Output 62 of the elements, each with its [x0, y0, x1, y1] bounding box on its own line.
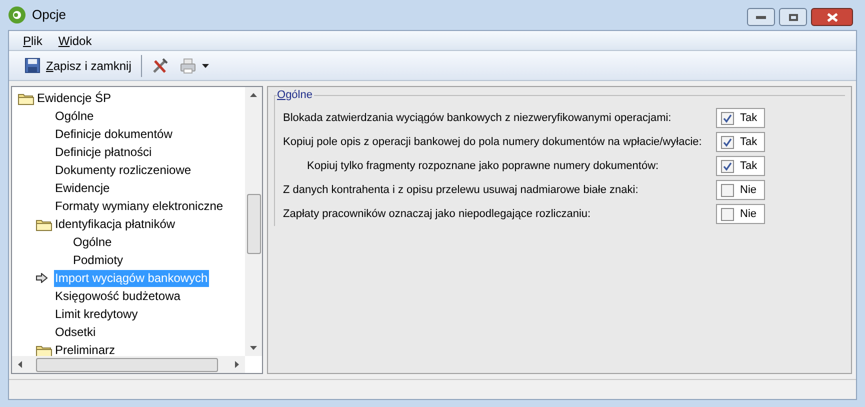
tree-item[interactable]: Definicje płatności	[54, 144, 153, 160]
option-label: Z danych kontrahenta i z opisu przelewu usuwaj nadmiarowe białe znaki:	[282, 182, 640, 198]
tree-item[interactable]: Ogólne	[72, 234, 113, 250]
checkbox-value: Tak	[740, 158, 758, 174]
app-icon	[8, 6, 26, 24]
checkbox-value: Tak	[740, 110, 758, 126]
checkbox-field[interactable]: Nie	[716, 180, 765, 200]
folder-icon	[36, 344, 52, 356]
checkbox[interactable]	[721, 112, 734, 124]
scroll-left-icon[interactable]	[18, 361, 22, 368]
checkbox[interactable]	[721, 136, 734, 148]
vertical-scrollbar[interactable]	[245, 87, 262, 356]
tree-item[interactable]: Odsetki	[54, 324, 97, 340]
group-title: Ogólne	[277, 88, 314, 103]
save-button[interactable]: Zapisz i zamknij	[25, 54, 132, 78]
scroll-right-icon[interactable]	[235, 361, 239, 368]
minimize-button[interactable]	[747, 8, 775, 26]
checkbox-field[interactable]: Tak	[716, 132, 765, 152]
checkbox-field[interactable]: Nie	[716, 204, 765, 224]
option-label: Blokada zatwierdzania wyciągów bankowych z niezweryfikowanymi operacjami:	[282, 110, 672, 126]
tree-item[interactable]: Ewidencje	[54, 180, 111, 196]
checkbox[interactable]	[721, 208, 734, 220]
option-label: Kopiuj tylko fragmenty rozpoznane jako poprawne numery dokumentów:	[306, 158, 660, 174]
checkbox-value: Nie	[740, 206, 757, 222]
checkbox-field[interactable]: Tak	[716, 108, 765, 128]
checkbox[interactable]	[721, 160, 734, 172]
tree-item[interactable]: Identyfikacja płatników	[54, 216, 176, 232]
dropdown-caret-icon[interactable]	[202, 64, 210, 68]
checkmark-icon	[723, 114, 732, 122]
checkmark-icon	[723, 162, 732, 170]
checkbox-field[interactable]: Tak	[716, 156, 765, 176]
maximize-button[interactable]	[779, 8, 807, 26]
tree-item[interactable]: Preliminarz	[54, 342, 116, 356]
tree-item[interactable]: Dokumenty rozliczeniowe	[54, 162, 192, 178]
close-icon	[826, 12, 838, 22]
tools-icon[interactable]	[152, 58, 168, 74]
arrow-icon	[36, 273, 48, 283]
checkbox-value: Tak	[740, 134, 758, 150]
checkbox-value: Nie	[740, 182, 757, 198]
menu-item[interactable]: Widok	[58, 32, 92, 50]
tree-item[interactable]: Limit kredytowy	[54, 306, 139, 322]
scroll-down-icon[interactable]	[250, 346, 257, 350]
tree-item[interactable]: Księgowość budżetowa	[54, 288, 182, 304]
close-button[interactable]	[811, 8, 853, 26]
option-label: Kopiuj pole opis z operacji bankowej do pola numery dokumentów na wpłacie/wyłacie:	[282, 134, 703, 150]
tree-item[interactable]: Podmioty	[72, 252, 124, 268]
horizontal-scrollbar[interactable]	[12, 356, 245, 373]
checkbox[interactable]	[721, 184, 734, 196]
window-title: Opcje	[32, 6, 67, 24]
printer-icon[interactable]	[180, 58, 196, 74]
menu-item[interactable]: Plik	[23, 32, 42, 50]
scroll-up-icon[interactable]	[250, 93, 257, 97]
scrollbar-thumb[interactable]	[246, 194, 260, 254]
scrollbar-thumb[interactable]	[36, 358, 218, 372]
tree-item[interactable]: Ogólne	[54, 108, 95, 124]
checkmark-icon	[723, 138, 732, 146]
folder-icon	[36, 218, 52, 230]
folder-icon	[18, 92, 34, 104]
option-label: Zapłaty pracowników oznaczaj jako niepodlegające rozliczaniu:	[282, 206, 592, 222]
tree-item[interactable]: Definicje dokumentów	[54, 126, 174, 142]
tree-item[interactable]: Formaty wymiany elektroniczne	[54, 198, 224, 214]
tree-item[interactable]: Ewidencje ŚP	[36, 90, 112, 106]
